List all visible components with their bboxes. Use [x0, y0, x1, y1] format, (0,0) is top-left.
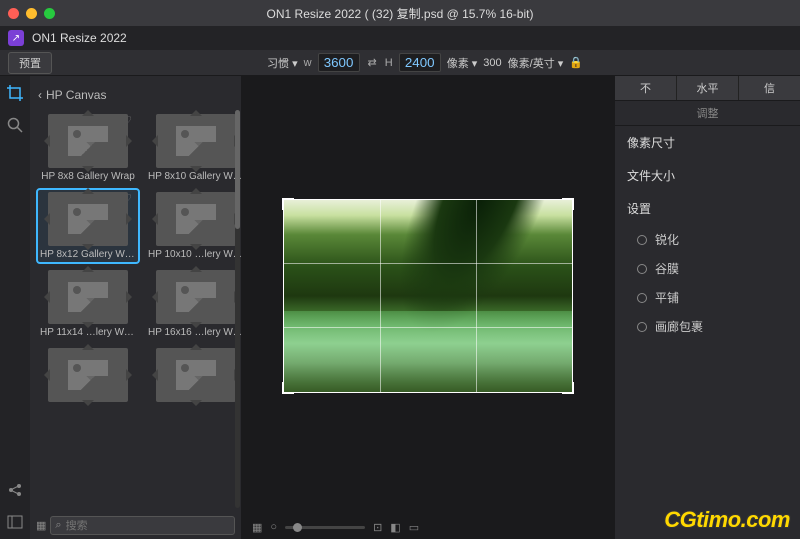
height-input[interactable] [399, 53, 441, 72]
presets-button[interactable]: 预置 [8, 52, 52, 74]
search-icon: ⌕ [55, 519, 61, 532]
flip-tabs: 不 水平 信 [615, 76, 800, 101]
zoom-out-icon[interactable]: ○ [270, 521, 277, 533]
canvas-viewport[interactable] [242, 76, 614, 515]
film-grain-option[interactable]: 谷膜 [615, 254, 800, 283]
left-tool-rail [0, 76, 30, 539]
grid-icon[interactable]: ▦ [36, 519, 46, 532]
zoom-slider[interactable] [285, 526, 365, 529]
dpi-value: 300 [483, 57, 501, 69]
presets-panel: ‹ HP Canvas ♡ HP 8x8 Gallery Wrap HP 8x1… [30, 76, 242, 539]
settings-section[interactable]: 设置 [615, 192, 800, 225]
gallery-wrap-option[interactable]: 画廊包裹 [615, 312, 800, 341]
share-icon[interactable] [6, 481, 24, 499]
right-panel: 不 水平 信 调整 像素尺寸 文件大小 设置 锐化 谷膜 平铺 画廊包裹 [614, 76, 800, 539]
preset-item-selected[interactable]: ♡ HP 8x12 Gallery Wrap [36, 188, 140, 264]
minimize-window-button[interactable] [26, 8, 37, 19]
window-title: ON1 Resize 2022 ( (32) 复制.psd @ 15.7% 16… [0, 5, 800, 22]
preset-item[interactable] [36, 344, 140, 406]
traffic-lights [8, 8, 55, 19]
preset-grid: ♡ HP 8x8 Gallery Wrap HP 8x10 Gallery Wr… [30, 106, 241, 410]
flip-vertical-tab[interactable]: 信 [739, 76, 800, 100]
preset-item[interactable]: HP 10x10 …lery Wrap [144, 188, 241, 264]
unit-dropdown[interactable]: 像素 ▾ [447, 55, 478, 71]
toolbar: 预置 习惯 ▾ w ⇄ H 像素 ▾ 300 像素/英寸 ▾ 🔒 [0, 50, 800, 76]
width-input[interactable] [318, 53, 360, 72]
width-label: w [304, 57, 312, 69]
ppi-dropdown[interactable]: 像素/英寸 ▾ [508, 55, 564, 71]
close-window-button[interactable] [8, 8, 19, 19]
app-name: ON1 Resize 2022 [32, 31, 127, 45]
flip-none-tab[interactable]: 不 [615, 76, 677, 100]
habit-dropdown[interactable]: 习惯 ▾ [267, 55, 298, 71]
height-label: H [385, 57, 393, 69]
file-size-section[interactable]: 文件大小 [615, 159, 800, 192]
search-box[interactable]: ⌕ [50, 516, 235, 535]
preview-image [284, 200, 572, 392]
preset-breadcrumb[interactable]: ‹ HP Canvas [30, 84, 241, 106]
breadcrumb-label: HP Canvas [46, 88, 106, 102]
preset-item[interactable]: HP 8x10 Gallery Wrap [144, 110, 241, 186]
canvas-area: ▦ ○ ⊡ ◧ ▭ [242, 76, 614, 539]
preset-item[interactable]: HP 11x14 …lery Wrap [36, 266, 140, 342]
canvas-footer: ▦ ○ ⊡ ◧ ▭ [242, 515, 614, 539]
watermark: CGtimo.com [664, 507, 790, 533]
preview-icon[interactable]: ▭ [409, 521, 419, 534]
pixel-size-section[interactable]: 像素尺寸 [615, 126, 800, 159]
zoom-tool-icon[interactable] [6, 116, 24, 134]
tile-option[interactable]: 平铺 [615, 283, 800, 312]
lock-icon[interactable]: 🔒 [569, 56, 583, 69]
preset-item[interactable]: ♡ HP 8x8 Gallery Wrap [36, 110, 140, 186]
maximize-window-button[interactable] [44, 8, 55, 19]
swap-dimensions-icon[interactable]: ⇄ [366, 56, 379, 69]
window-titlebar: ON1 Resize 2022 ( (32) 复制.psd @ 15.7% 16… [0, 0, 800, 26]
compare-icon[interactable]: ◧ [390, 521, 400, 534]
preset-item[interactable] [144, 344, 241, 406]
grid-toggle-icon[interactable]: ▦ [252, 521, 262, 534]
crop-tool-icon[interactable] [6, 84, 24, 102]
flip-horizontal-tab[interactable]: 水平 [677, 76, 739, 100]
back-icon[interactable]: ‹ [38, 88, 42, 102]
fit-icon[interactable]: ⊡ [373, 521, 382, 534]
search-input[interactable] [66, 520, 230, 532]
app-icon: ↗ [8, 30, 24, 46]
image-crop-frame[interactable] [284, 200, 572, 392]
adjust-header[interactable]: 调整 [615, 101, 800, 126]
app-header: ↗ ON1 Resize 2022 [0, 26, 800, 50]
panel-icon[interactable] [6, 513, 24, 531]
preset-scrollbar[interactable] [235, 110, 240, 508]
sharpen-option[interactable]: 锐化 [615, 225, 800, 254]
preset-item[interactable]: HP 16x16 …lery Wrap [144, 266, 241, 342]
